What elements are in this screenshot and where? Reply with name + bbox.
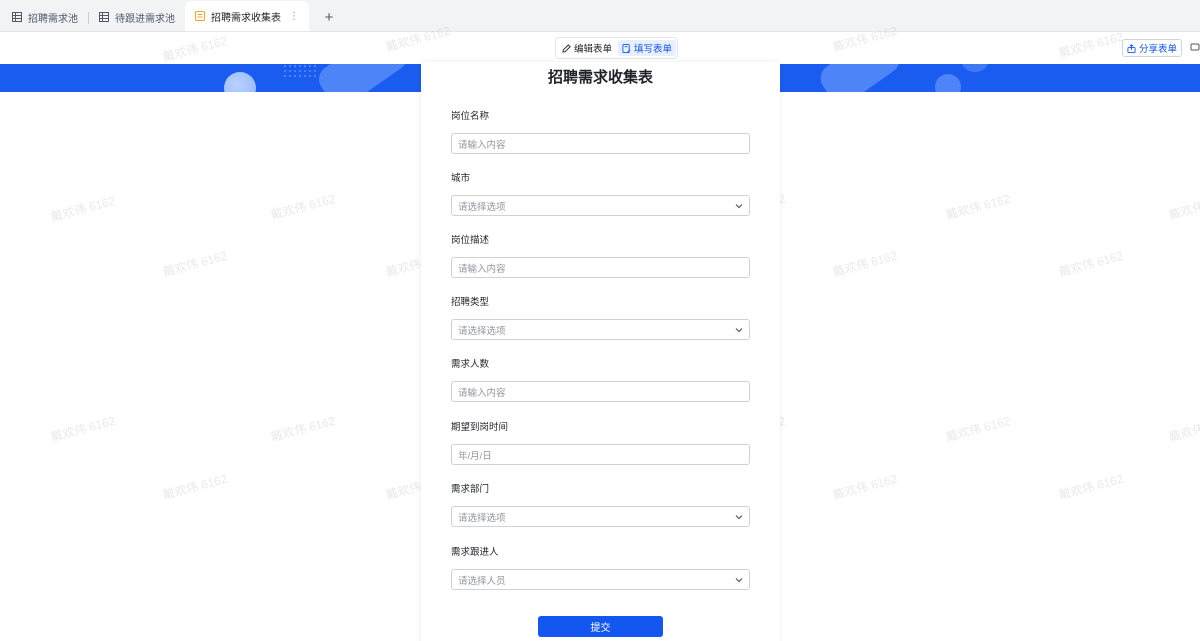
field-label: 需求部门 <box>451 484 490 495</box>
table-icon <box>12 12 22 22</box>
share-form-button[interactable]: 分享表单 <box>1122 39 1183 57</box>
banner-circle-decoration <box>935 74 961 92</box>
field-label: 岗位描述 <box>451 235 490 246</box>
tab-bar: 招聘需求池 待跟进需求池 招聘需求收集表 ⋮ + <box>0 0 1200 32</box>
form-card: 招聘需求收集表 岗位名称 请输入内容 城市 请选择选项 岗位描述 请输入内容 招… <box>421 62 780 641</box>
watermark: 戴欢伟 6162 <box>1167 414 1200 445</box>
headcount-input[interactable]: 请输入内容 <box>451 381 750 402</box>
field-headcount: 需求人数 请输入内容 <box>451 358 750 402</box>
city-select[interactable]: 请选择选项 <box>451 195 750 216</box>
more-icon[interactable]: ⋮ <box>289 11 299 22</box>
field-follow-up-person: 需求跟进人 请选择人员 <box>451 546 750 590</box>
watermark: 戴欢伟 6162 <box>831 471 899 503</box>
select-placeholder: 请选择选项 <box>458 325 506 337</box>
tab-label: 待跟进需求池 <box>115 13 175 25</box>
watermark: 戴欢伟 6162 <box>1057 248 1125 280</box>
expected-date-input[interactable]: 年/月/日 <box>451 444 750 465</box>
banner-blob-decoration <box>313 64 413 92</box>
field-department: 需求部门 请选择选项 <box>451 483 750 527</box>
field-recruit-type: 招聘类型 请选择选项 <box>451 296 750 340</box>
date-placeholder: 年/月/日 <box>458 450 492 462</box>
position-description-input[interactable]: 请输入内容 <box>451 257 750 278</box>
watermark: 戴欢伟 6162 <box>49 413 117 445</box>
watermark: 戴欢伟 6162 <box>831 248 899 280</box>
watermark: 戴欢伟 6162 <box>1167 192 1200 223</box>
field-label: 期望到岗时间 <box>451 422 509 433</box>
input-placeholder: 请输入内容 <box>458 139 506 151</box>
share-form-label: 分享表单 <box>1139 44 1178 55</box>
banner-circle-decoration <box>962 64 988 72</box>
select-placeholder: 请选择选项 <box>458 201 506 213</box>
watermark: 戴欢伟 6162 <box>269 191 337 223</box>
tab-pending-pool[interactable]: 待跟进需求池 <box>89 3 185 31</box>
select-placeholder: 请选择人员 <box>458 575 506 587</box>
field-position-name: 岗位名称 请输入内容 <box>451 110 750 154</box>
banner-circle-decoration <box>224 72 256 92</box>
edit-form-label: 编辑表单 <box>574 44 613 55</box>
field-expected-date: 期望到岗时间 年/月/日 <box>451 421 750 465</box>
toolbar: 编辑表单 填写表单 分享表单 <box>0 32 1200 64</box>
field-label: 招聘类型 <box>451 297 490 308</box>
watermark: 戴欢伟 6162 <box>269 413 337 445</box>
chevron-down-icon <box>735 203 743 208</box>
input-placeholder: 请输入内容 <box>458 263 506 275</box>
field-label: 岗位名称 <box>451 111 490 122</box>
edit-form-button[interactable]: 编辑表单 <box>558 40 616 56</box>
chevron-down-icon <box>735 514 743 519</box>
banner-blob-decoration <box>815 64 905 92</box>
table-icon <box>99 12 109 22</box>
tab-label: 招聘需求收集表 <box>211 12 281 24</box>
follow-up-person-select[interactable]: 请选择人员 <box>451 569 750 590</box>
tab-collect-form[interactable]: 招聘需求收集表 ⋮ <box>185 1 309 31</box>
settings-icon[interactable] <box>1190 42 1200 52</box>
field-city: 城市 请选择选项 <box>451 172 750 216</box>
add-tab-button[interactable]: + <box>315 3 343 31</box>
field-label: 需求跟进人 <box>451 547 499 558</box>
input-placeholder: 请输入内容 <box>458 387 506 399</box>
fill-form-icon <box>622 43 631 53</box>
banner-dots-decoration <box>284 65 316 77</box>
watermark: 戴欢伟 6162 <box>161 248 229 280</box>
field-position-description: 岗位描述 请输入内容 <box>451 234 750 278</box>
fill-form-button[interactable]: 填写表单 <box>618 40 677 56</box>
watermark: 戴欢伟 6162 <box>1057 471 1125 503</box>
fill-form-label: 填写表单 <box>634 44 673 55</box>
field-label: 需求人数 <box>451 359 490 370</box>
department-select[interactable]: 请选择选项 <box>451 506 750 527</box>
chevron-down-icon <box>735 577 743 582</box>
watermark: 戴欢伟 6162 <box>944 413 1012 445</box>
field-label: 城市 <box>451 173 471 184</box>
chevron-down-icon <box>735 327 743 332</box>
recruit-type-select[interactable]: 请选择选项 <box>451 319 750 340</box>
watermark: 戴欢伟 6162 <box>944 191 1012 223</box>
form-title: 招聘需求收集表 <box>547 69 653 86</box>
pencil-icon <box>562 43 571 53</box>
share-icon <box>1127 43 1136 53</box>
tab-label: 招聘需求池 <box>28 13 78 25</box>
watermark: 戴欢伟 6162 <box>49 193 117 225</box>
tab-recruit-pool[interactable]: 招聘需求池 <box>2 3 88 31</box>
watermark: 戴欢伟 6162 <box>161 471 229 503</box>
submit-button[interactable]: 提交 <box>538 616 663 637</box>
position-name-input[interactable]: 请输入内容 <box>451 133 750 154</box>
form-mode-switch: 编辑表单 填写表单 <box>555 37 678 59</box>
select-placeholder: 请选择选项 <box>458 512 506 524</box>
form-icon <box>195 11 205 21</box>
